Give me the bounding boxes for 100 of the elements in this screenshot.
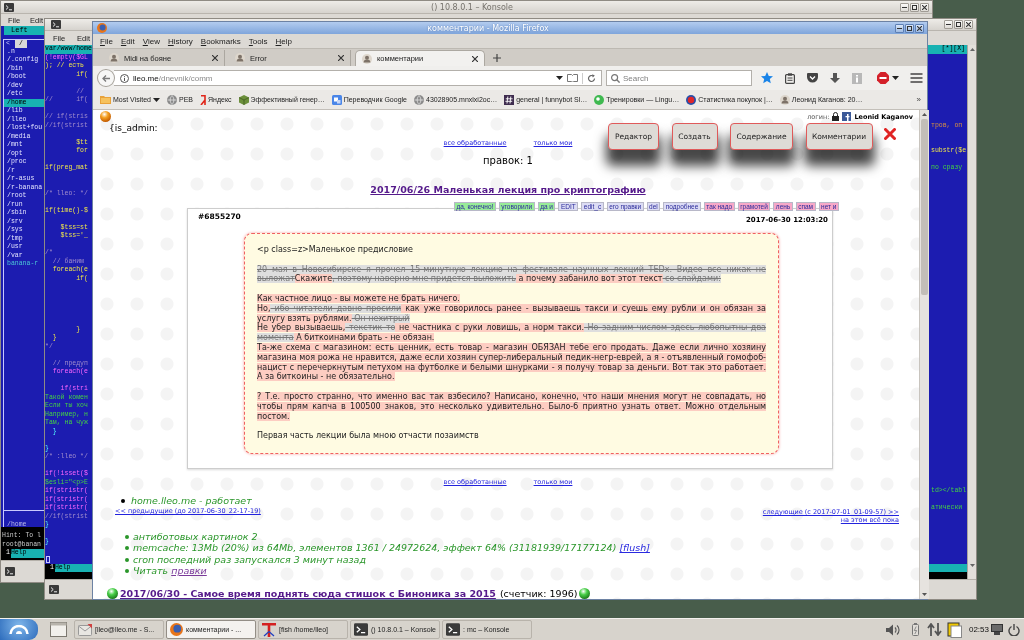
globe-icon [167,94,177,105]
menu-item[interactable]: Edit [116,36,139,46]
tile-icon [331,94,342,105]
link[interactable]: правки [171,565,207,577]
menu-item[interactable]: History [163,36,197,46]
view-counter: (счетчик: 1996) [499,587,578,599]
edit-count: правок: 1 [483,155,533,167]
window-icon[interactable] [50,622,67,637]
avatar-icon [109,53,119,63]
address-field[interactable]: lleo.me/dnevnik/comm [113,70,602,86]
minimize-icon [897,27,902,29]
scrollbar[interactable] [967,45,976,579]
caret-icon[interactable] [153,97,160,102]
reload-icon[interactable] [587,73,596,83]
scroll-up-icon[interactable] [969,48,975,51]
plus-icon[interactable] [493,54,501,62]
close-icon[interactable] [472,55,478,62]
link[interactable]: [flush] [619,542,650,554]
search-icon [611,73,620,83]
monitor-icon[interactable] [991,624,1003,635]
power-icon[interactable] [1008,623,1020,636]
window-title: () 10.8.0.1 – Konsole [430,2,514,12]
clipboard-icon[interactable] [946,621,962,638]
menu-item[interactable]: View [138,36,164,46]
minimize-icon [946,24,951,25]
hash-icon [504,94,515,105]
square-logo-icon[interactable] [842,112,852,121]
close-icon[interactable] [338,55,344,61]
scrollbar[interactable] [919,110,929,599]
bullet-icon [125,546,129,551]
text-cursor-icon [46,556,50,563]
minimize-button[interactable] [895,23,904,33]
bullet-icon [125,569,129,574]
scroll-up-icon[interactable] [922,113,927,116]
terminal-icon [51,20,61,29]
avatar-icon [362,53,372,64]
dot-circle-icon [594,94,605,105]
info-icon[interactable] [119,73,129,83]
clock[interactable]: 02:53 [968,625,989,634]
volume-icon[interactable] [885,623,900,636]
comment-paragraph: Первая часть лекции была мною отчасти позаимств [257,431,480,441]
terminal-icon [446,623,460,636]
minimize-button[interactable] [944,20,953,29]
admin-label: {is_admin: [109,122,158,134]
bullet-icon [125,534,129,539]
terminal-icon [354,623,368,636]
menu-icon[interactable] [910,73,923,83]
post-title-link[interactable]: 2017/06/26 Маленькая лекция про криптографию [370,184,646,195]
post-title-link[interactable]: 2017/06/30 - Самое время поднять сюда стишок с Биноника за 2015 [120,587,496,599]
close-button[interactable] [964,20,973,29]
close-icon[interactable] [884,128,896,140]
comment-paragraph: Как частное лицо - вы можете не брать ничего. Но, ибо читатели давно просили как уже говорилось ранее - вызываешь такси и суешь ему рубли и он обязан за услугу взять рублями. Он нехитрый Не убер вызываешь, текстик то не частника с руки ловишь, а норм такси. Но задним числом здесь любопытны два момента А биткоинами брать - не обязан. Та-же схема с магазином: есть ценник, есть товар - магазин ОБЯЗАН тебе его продать. Даже если лично хозяину магазина моя рожа не нравится, даже если хозяин супер-либеральный педик-негр-еврей, а я - отъявленный гомофоб-нацист с перечеркнутым петухом на футболке и белыми шнурками - я получу товар за деньги. Вот так это работает. А за биткоины - не обязательно. [257,294,766,383]
clipboard-icon[interactable] [785,72,795,84]
window-title: комментарии - Mozilla Firefox [426,23,550,33]
transfer-arrows-icon[interactable] [926,623,942,636]
url-text: lleo.me/dnevnik/comm [132,73,213,83]
star-icon[interactable] [761,72,773,84]
download-icon[interactable] [830,72,840,84]
server-status: home.lleo.me - работает [131,494,252,507]
menu-item[interactable]: Tools [244,36,272,46]
maximize-button[interactable] [910,2,919,12]
minimize-button[interactable] [900,2,909,12]
maximize-icon [912,4,917,10]
close-button[interactable] [920,2,929,12]
maximize-button[interactable] [905,23,914,33]
terminal-icon [49,585,59,594]
battery-icon[interactable] [911,623,919,636]
function-key[interactable] [928,563,967,572]
close-button[interactable] [915,23,924,33]
lock-icon [832,112,840,121]
bookmarks-overflow[interactable]: » [916,95,921,104]
menu-item[interactable]: File [96,36,117,46]
ring-icon [686,94,697,105]
status-line: Читать правки [133,565,207,577]
close-icon [922,4,927,10]
t-shape-icon [262,622,276,637]
back-button[interactable] [97,69,115,87]
back-arrow-icon [101,74,110,82]
envelope-icon [78,623,92,636]
close-icon[interactable] [212,55,218,61]
pocket-icon[interactable] [807,73,818,83]
maximize-icon [956,22,961,27]
caret-icon[interactable] [556,76,563,80]
globe-icon [414,94,424,105]
menu-item[interactable]: Help [271,36,296,46]
scroll-down-icon[interactable] [922,593,927,596]
caret-icon[interactable] [892,76,899,80]
start-button[interactable] [0,619,38,640]
comment-paragraph: 20 мая в Новосибирске я прочел 15-минутную лекцию на фестивале научных лекций TEDx. Видео все никак не выложатСкажите, поэтому наверно мне придется выложить а почему забанило вот этот текст со слайдами: [257,264,766,285]
stop-sign-icon[interactable] [877,72,889,84]
menu-item[interactable]: Bookmarks [196,36,245,46]
search-field[interactable]: Search [606,70,752,86]
ball-icon [100,111,111,122]
cube-icon [238,94,249,105]
scroll-thumb[interactable] [921,119,928,295]
scroll-down-icon[interactable] [969,564,975,567]
mark-icon [200,94,206,105]
reader-view-icon[interactable] [567,74,578,82]
terminal-icon [5,567,15,576]
maximize-button[interactable] [954,20,963,29]
